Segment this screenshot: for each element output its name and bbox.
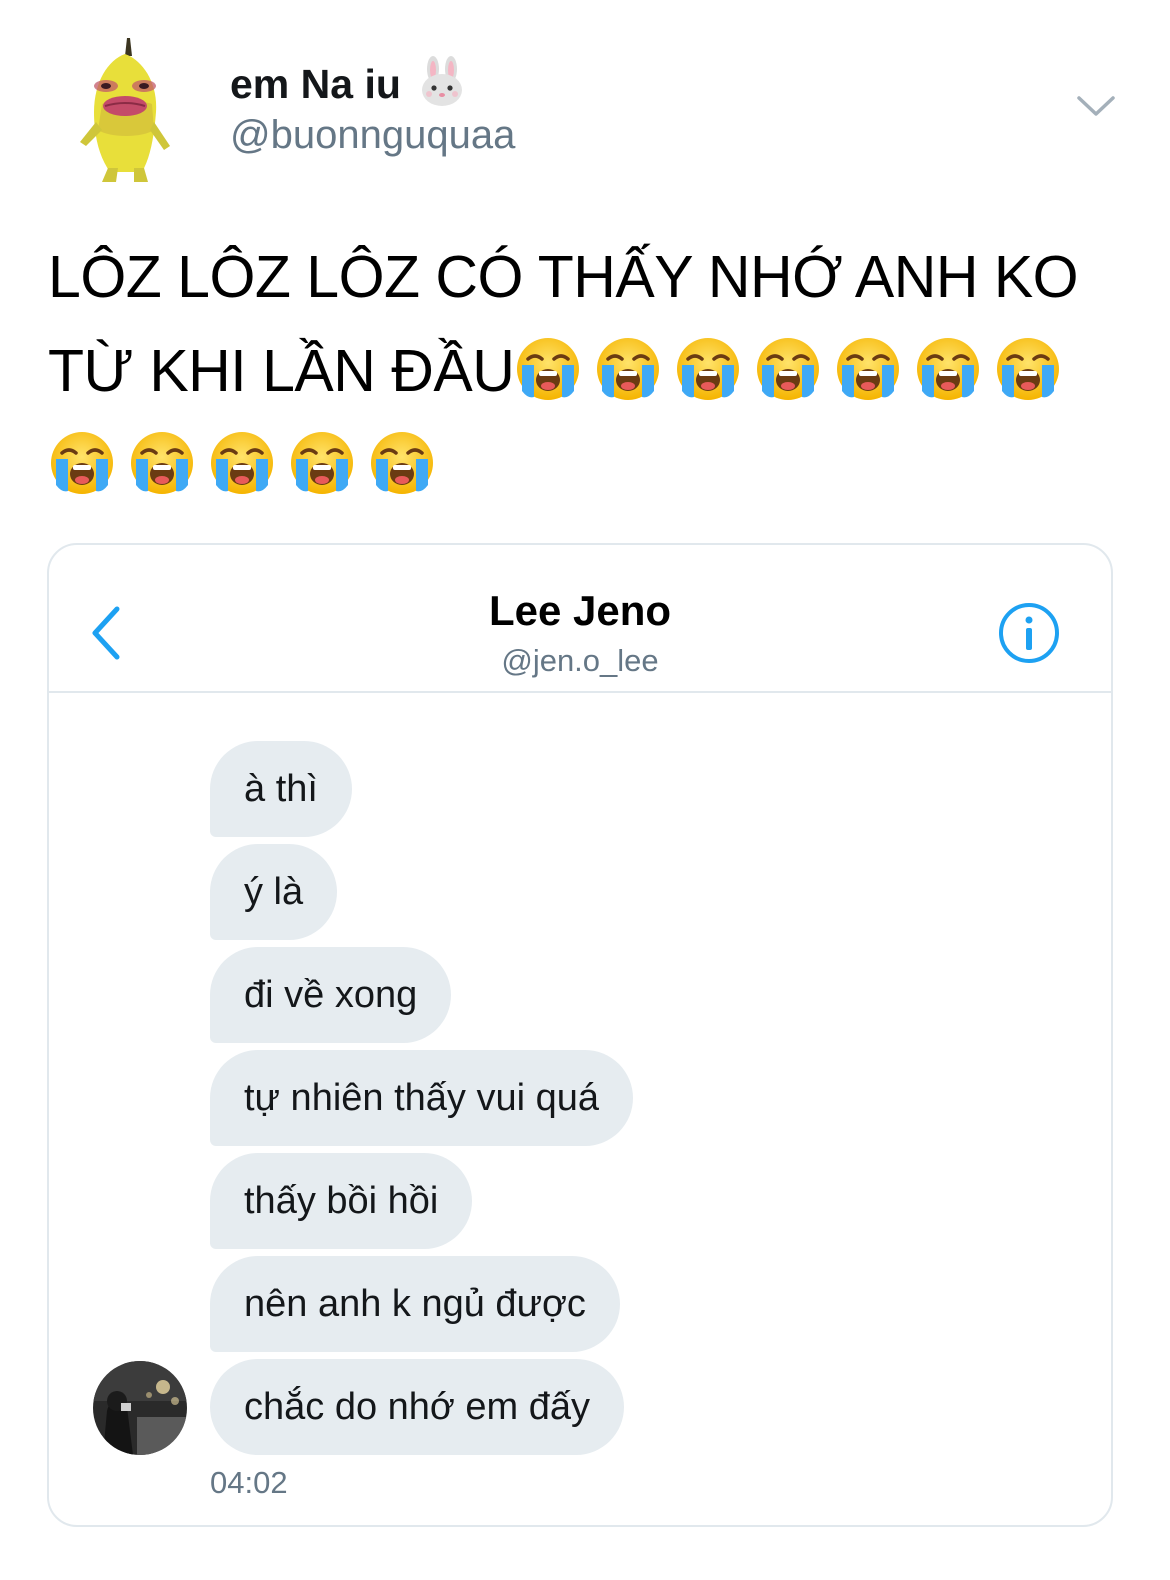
author-handle[interactable]: @buonnguquaa — [230, 113, 515, 157]
loudly-crying-face-icon — [291, 432, 353, 494]
tweet-line-2: TỪ KHI LẦN ĐẦU — [48, 324, 1128, 418]
author-avatar[interactable] — [72, 34, 178, 184]
tweet-line-2-text: TỪ KHI LẦN ĐẦU — [48, 338, 515, 404]
loudly-crying-face-icon — [997, 338, 1060, 400]
message-bubble[interactable]: tự nhiên thấy vui quá — [210, 1050, 634, 1146]
loudly-crying-face-icon — [597, 338, 660, 400]
contact-name: Lee Jeno — [488, 587, 672, 634]
tweet-text: LÔZ LÔZ LÔZ CÓ THẤY NHỚ ANH KO TỪ KHI LẦ… — [48, 230, 1128, 512]
sender-avatar[interactable] — [93, 1361, 187, 1455]
attached-dm-screenshot[interactable]: Lee Jeno @jen.o_lee à thì ý là đi về xon… — [47, 543, 1113, 1527]
emoji-row — [514, 338, 1074, 404]
message-timestamp: 04:02 — [210, 1465, 288, 1500]
chevron-down-icon[interactable] — [1076, 94, 1116, 118]
loudly-crying-face-icon — [517, 338, 580, 400]
loudly-crying-face-icon — [211, 432, 273, 494]
message-list: à thì ý là đi về xong tự nhiên thấy vui … — [210, 741, 634, 1462]
message-bubble[interactable]: chắc do nhớ em đấy — [210, 1359, 625, 1455]
message-bubble[interactable]: nên anh k ngủ được — [210, 1256, 620, 1352]
loudly-crying-face-icon — [51, 432, 113, 494]
loudly-crying-face-icon — [131, 432, 193, 494]
dm-header: Lee Jeno @jen.o_lee — [49, 545, 1111, 693]
emoji-row — [48, 418, 1128, 512]
message-bubble[interactable]: à thì — [210, 741, 352, 837]
tweet-line-1: LÔZ LÔZ LÔZ CÓ THẤY NHỚ ANH KO — [48, 244, 1079, 310]
loudly-crying-face-icon — [917, 338, 980, 400]
loudly-crying-face-icon — [677, 338, 740, 400]
info-icon[interactable] — [997, 601, 1061, 665]
author-display-name[interactable]: em Na iu — [230, 56, 468, 108]
message-bubble[interactable]: thấy bồi hồi — [210, 1153, 473, 1249]
loudly-crying-face-icon — [371, 432, 433, 494]
message-bubble[interactable]: đi về xong — [210, 947, 452, 1043]
rabbit-face-icon — [422, 56, 463, 106]
loudly-crying-face-icon — [837, 338, 900, 400]
contact-handle: @jen.o_lee — [501, 643, 659, 678]
loudly-crying-face-icon — [757, 338, 820, 400]
display-name-text: em Na iu — [230, 61, 401, 107]
message-bubble[interactable]: ý là — [210, 844, 338, 940]
